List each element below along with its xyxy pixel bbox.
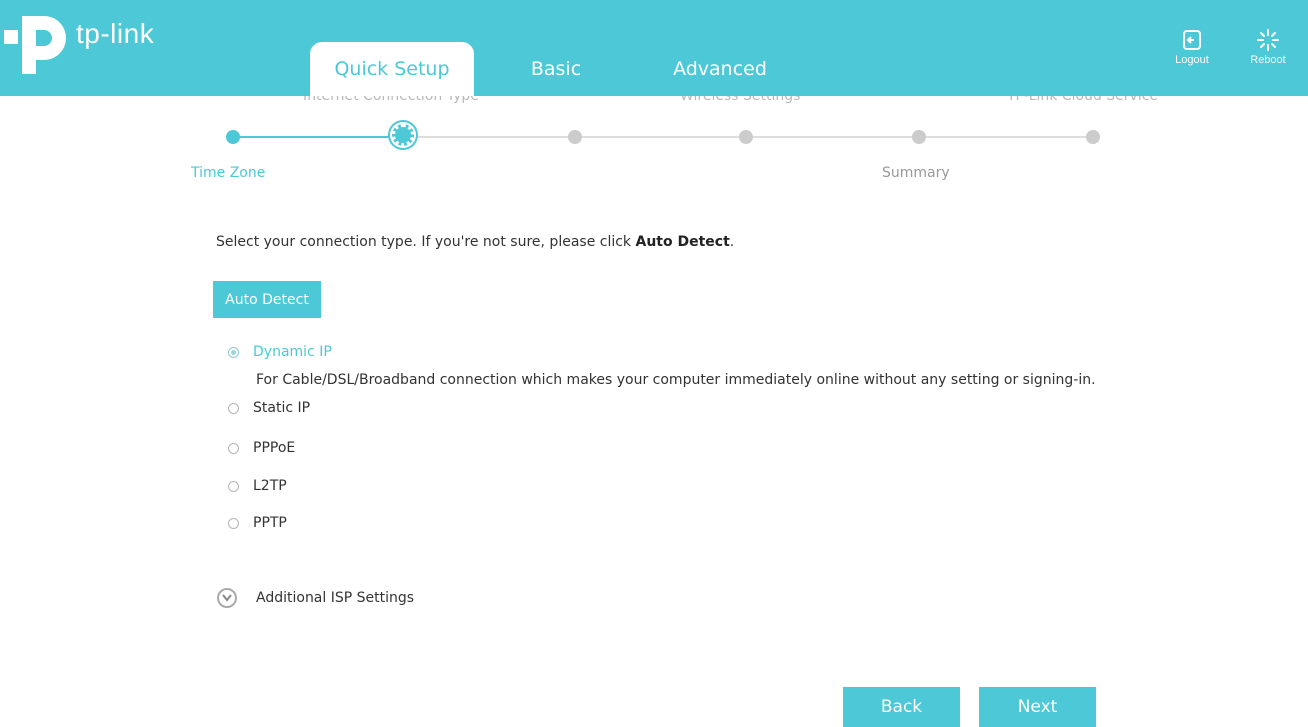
radio-label: Static IP bbox=[253, 400, 311, 416]
tab-advanced[interactable]: Advanced bbox=[668, 42, 772, 96]
radio-label: PPPoE bbox=[253, 440, 296, 456]
reboot-label: Reboot bbox=[1250, 54, 1286, 66]
radio-pptp[interactable]: PPTP bbox=[228, 513, 287, 533]
reboot-button[interactable]: Reboot bbox=[1240, 28, 1296, 66]
step-label-time-zone: Time Zone bbox=[191, 165, 266, 181]
logout-icon bbox=[1164, 28, 1220, 54]
auto-detect-button[interactable]: Auto Detect bbox=[213, 281, 321, 318]
logout-label: Logout bbox=[1175, 54, 1209, 66]
step-dot-time-zone bbox=[226, 130, 240, 144]
radio-circle[interactable] bbox=[228, 442, 239, 454]
intro-text: Select your connection type. If you're n… bbox=[216, 234, 734, 250]
radio-circle[interactable] bbox=[228, 402, 239, 414]
dynamic-ip-description: For Cable/DSL/Broadband connection which… bbox=[256, 372, 1096, 388]
tab-basic[interactable]: Basic bbox=[526, 42, 586, 96]
radio-l2tp[interactable]: L2TP bbox=[228, 476, 287, 496]
reboot-icon bbox=[1240, 28, 1296, 54]
chevron-down-icon[interactable] bbox=[217, 588, 237, 608]
radio-pppoe[interactable]: PPPoE bbox=[228, 438, 295, 458]
step-dot-3 bbox=[568, 130, 582, 144]
step-dot-summary bbox=[912, 130, 926, 144]
step-dot-wireless-settings bbox=[739, 130, 753, 144]
logout-button[interactable]: Logout bbox=[1164, 28, 1220, 66]
step-label-summary: Summary bbox=[882, 165, 950, 181]
step-dot-internet-connection-type bbox=[392, 124, 414, 146]
back-button[interactable]: Back bbox=[843, 687, 960, 727]
step-dot-tp-link-cloud-service bbox=[1086, 130, 1100, 144]
tp-link-logo-icon bbox=[4, 16, 66, 74]
radio-dynamic-ip[interactable]: Dynamic IP bbox=[228, 342, 332, 362]
additional-isp-settings-label: Additional ISP Settings bbox=[256, 590, 415, 606]
radio-static-ip[interactable]: Static IP bbox=[228, 398, 310, 418]
tab-quick-setup[interactable]: Quick Setup bbox=[310, 42, 474, 96]
radio-circle[interactable] bbox=[228, 517, 239, 529]
radio-circle[interactable] bbox=[228, 480, 239, 492]
brand-name: tp-link bbox=[76, 18, 155, 49]
intro-suffix: . bbox=[729, 234, 735, 250]
step-connector-done bbox=[233, 136, 403, 138]
additional-isp-settings-toggle[interactable]: Additional ISP Settings bbox=[217, 588, 414, 608]
next-button[interactable]: Next bbox=[979, 687, 1096, 727]
radio-label: PPTP bbox=[253, 515, 287, 531]
top-header: tp-link Quick Setup Basic Advanced Logou… bbox=[0, 0, 1308, 96]
radio-circle[interactable] bbox=[228, 346, 239, 358]
radio-label: Dynamic IP bbox=[253, 344, 332, 360]
intro-bold: Auto Detect bbox=[635, 234, 730, 250]
intro-prefix: Select your connection type. If you're n… bbox=[216, 234, 636, 250]
radio-label: L2TP bbox=[253, 478, 287, 494]
tp-link-logo[interactable]: tp-link bbox=[4, 8, 194, 78]
